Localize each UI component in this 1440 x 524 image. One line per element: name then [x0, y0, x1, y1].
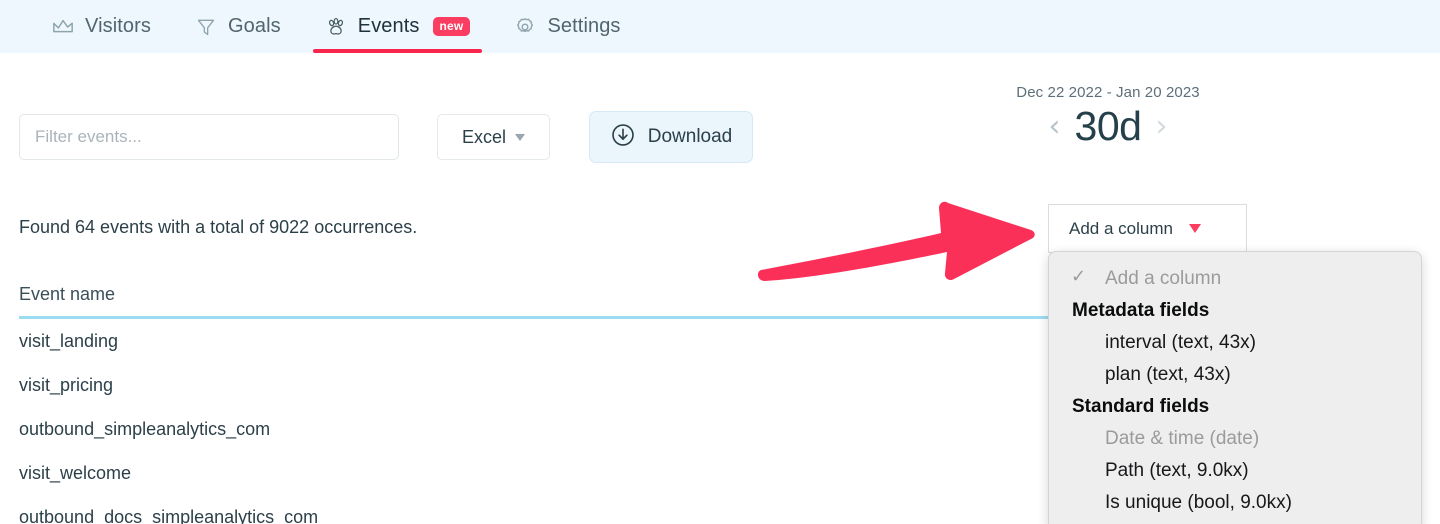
- dropdown-item-path[interactable]: Path (text, 9.0kx): [1049, 455, 1421, 487]
- dropdown-item-is-unique[interactable]: Is unique (bool, 9.0kx): [1049, 487, 1421, 519]
- nav-item-settings[interactable]: Settings: [492, 0, 642, 53]
- event-name-cell: visit_pricing: [19, 374, 114, 395]
- chevron-left-icon[interactable]: ‹: [1049, 111, 1061, 142]
- nav-item-visitors[interactable]: Visitors: [30, 0, 173, 53]
- nav-items: Visitors Goals Events new Settings: [30, 0, 643, 53]
- dropdown-group-label: Metadata fields: [1072, 300, 1210, 321]
- active-tab-underline: [312, 49, 483, 53]
- nav-item-label: Visitors: [85, 15, 152, 37]
- caret-down-icon: [1188, 224, 1201, 233]
- nav-item-label: Events: [357, 15, 420, 37]
- nav-item-events[interactable]: Events new: [303, 0, 493, 53]
- results-summary: Found 64 events with a total of 9022 occ…: [19, 217, 418, 237]
- chart-line-icon: [52, 16, 74, 38]
- dropdown-group-label: Standard fields: [1072, 396, 1210, 417]
- event-name-cell: visit_landing: [19, 330, 119, 351]
- date-range-label: Dec 22 2022 - Jan 20 2023: [1016, 84, 1200, 101]
- gear-icon: [514, 16, 536, 38]
- nav-item-label: Settings: [547, 15, 621, 37]
- chevron-right-icon[interactable]: ›: [1155, 111, 1167, 142]
- dropdown-group-metadata-fields: Metadata fields: [1049, 295, 1421, 327]
- dropdown-item-placeholder[interactable]: ✓ Add a column: [1049, 263, 1421, 295]
- export-format-value: Excel: [461, 126, 506, 147]
- dropdown-item-label: Is unique (bool, 9.0kx): [1105, 492, 1292, 513]
- nav-item-goals[interactable]: Goals: [173, 0, 303, 53]
- event-name-cell: outbound_docs_simpleanalytics_com: [19, 506, 319, 524]
- date-range-value[interactable]: 30d: [1075, 106, 1142, 147]
- funnel-icon: [195, 16, 217, 38]
- event-name-cell: visit_welcome: [19, 462, 132, 483]
- dropdown-item-plan[interactable]: plan (text, 43x): [1049, 359, 1421, 391]
- date-range-picker: Dec 22 2022 - Jan 20 2023 ‹ 30d ›: [968, 84, 1248, 147]
- add-column-label: Add a column: [1069, 218, 1173, 238]
- dropdown-item-utm-source[interactable]: UTM source (text, 440x): [1049, 519, 1421, 524]
- add-column-select[interactable]: Add a column: [1048, 204, 1247, 253]
- add-column-dropdown-menu: ✓ Add a column Metadata fields interval …: [1048, 251, 1422, 524]
- date-range-controls: ‹ 30d ›: [968, 106, 1248, 147]
- dropdown-item-label: Path (text, 9.0kx): [1105, 460, 1249, 481]
- chevron-down-icon: [515, 133, 525, 141]
- filter-events-input[interactable]: [19, 114, 399, 160]
- dropdown-item-interval[interactable]: interval (text, 43x): [1049, 327, 1421, 359]
- pointer-arrow: [755, 186, 1045, 286]
- event-name-cell: outbound_simpleanalytics_com: [19, 418, 271, 439]
- download-label: Download: [647, 126, 733, 147]
- new-badge: new: [432, 17, 471, 36]
- dropdown-group-standard-fields: Standard fields: [1049, 391, 1421, 423]
- export-format-select[interactable]: Excel: [437, 114, 550, 160]
- nav-item-label: Goals: [228, 15, 281, 37]
- dropdown-item-label: interval (text, 43x): [1105, 332, 1256, 353]
- events-page: Visitors Goals Events new Settings Filte…: [0, 0, 1440, 524]
- checkmark-icon: ✓: [1071, 266, 1087, 287]
- dropdown-item-date-time: Date & time (date): [1049, 423, 1421, 455]
- dropdown-item-label: Date & time (date): [1105, 428, 1260, 449]
- top-navigation-bar: Visitors Goals Events new Settings: [0, 0, 1440, 53]
- dropdown-item-label: Add a column: [1105, 268, 1222, 289]
- download-button[interactable]: Download: [589, 111, 753, 163]
- dropdown-item-label: plan (text, 43x): [1105, 364, 1231, 385]
- paw-icon: [325, 16, 347, 38]
- download-icon: [610, 122, 636, 153]
